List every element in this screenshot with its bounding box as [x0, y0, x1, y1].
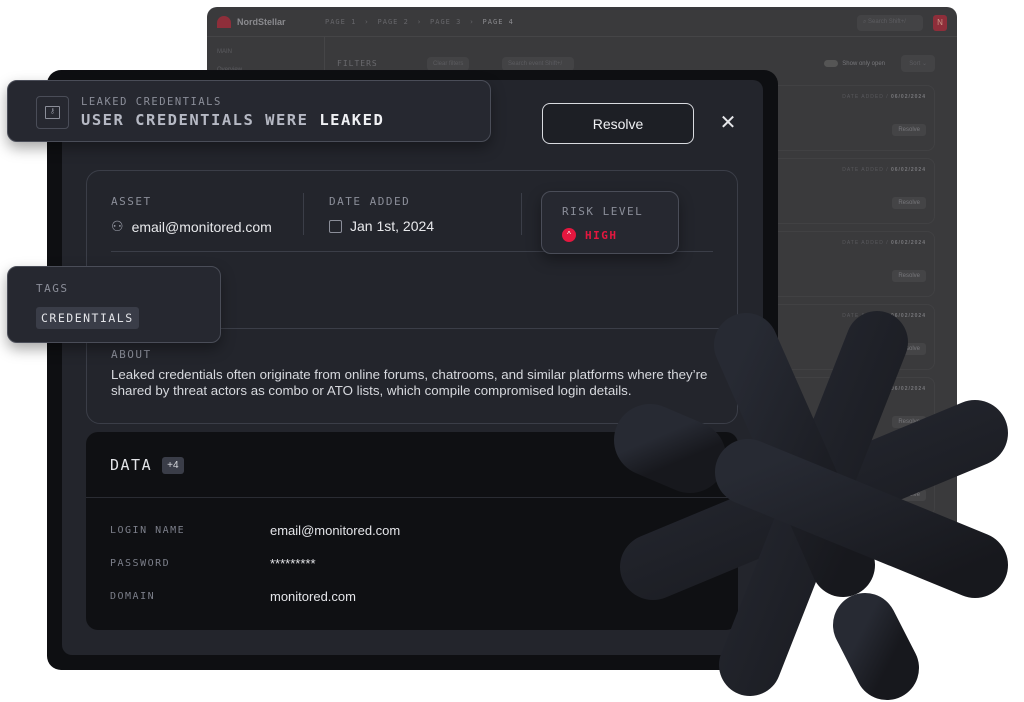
decorative-starburst — [614, 311, 1008, 700]
burst-capsule — [614, 404, 726, 493]
burst-capsule — [833, 593, 919, 700]
